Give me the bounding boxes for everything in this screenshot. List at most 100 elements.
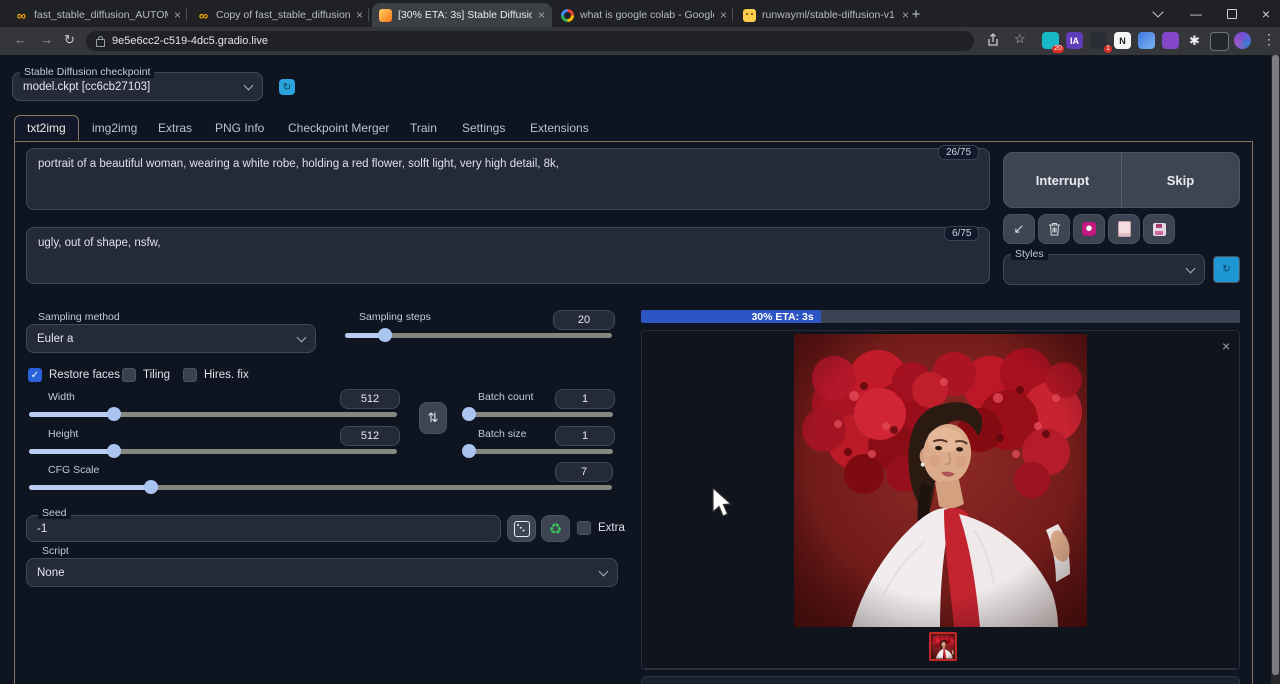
restore-faces-checkbox-row[interactable]: Restore faces bbox=[28, 368, 120, 382]
extension-icon-5[interactable] bbox=[1138, 32, 1155, 49]
tab-search-icon[interactable] bbox=[1140, 0, 1176, 27]
save-style-button[interactable] bbox=[1143, 214, 1175, 244]
tab-txt2img[interactable]: txt2img bbox=[14, 115, 79, 141]
tab-close-icon[interactable]: × bbox=[720, 8, 727, 22]
hires-fix-checkbox[interactable] bbox=[183, 368, 197, 382]
negative-token-counter: 6/75 bbox=[944, 226, 979, 241]
tab-title: Copy of fast_stable_diffusion bbox=[216, 9, 350, 21]
hires-fix-checkbox-row[interactable]: Hires. fix bbox=[183, 368, 249, 382]
window-close-button[interactable]: × bbox=[1248, 0, 1280, 27]
tab-extensions[interactable]: Extensions bbox=[518, 115, 601, 141]
extension-icon-1[interactable]: 20 bbox=[1042, 32, 1059, 49]
window-minimize-button[interactable]: — bbox=[1178, 0, 1214, 27]
tab-png-info[interactable]: PNG Info bbox=[203, 115, 276, 141]
tab-img2img[interactable]: img2img bbox=[80, 115, 149, 141]
apply-styles-button[interactable] bbox=[1108, 214, 1140, 244]
tab-checkpoint-merger[interactable]: Checkpoint Merger bbox=[276, 115, 401, 141]
palette-icon bbox=[1082, 222, 1096, 236]
bookmark-star-icon[interactable]: ☆ bbox=[1014, 31, 1026, 47]
forward-icon[interactable]: → bbox=[40, 32, 53, 47]
browser-tab-colab-1[interactable]: ∞ fast_stable_diffusion_AUTOMA × bbox=[8, 3, 188, 27]
tab-label: PNG Info bbox=[215, 121, 264, 135]
profile-avatar[interactable] bbox=[1234, 32, 1251, 49]
script-dropdown[interactable]: None bbox=[26, 558, 618, 587]
negative-prompt-input[interactable]: ugly, out of shape, nsfw, bbox=[26, 227, 990, 284]
styles-label: Styles bbox=[1011, 248, 1048, 260]
art-palette-button[interactable] bbox=[1073, 214, 1105, 244]
reload-icon[interactable]: ↻ bbox=[64, 32, 75, 48]
skip-button[interactable]: Skip bbox=[1121, 153, 1239, 207]
share-icon[interactable] bbox=[986, 33, 1000, 47]
extension-icon-8[interactable] bbox=[1210, 32, 1229, 51]
tab-separator bbox=[368, 8, 369, 21]
batch-size-number[interactable]: 1 bbox=[555, 426, 615, 446]
sampling-steps-number[interactable]: 20 bbox=[553, 310, 615, 330]
gallery-thumbnail[interactable] bbox=[929, 632, 957, 661]
width-number[interactable]: 512 bbox=[340, 389, 400, 409]
height-number[interactable]: 512 bbox=[340, 426, 400, 446]
height-slider[interactable] bbox=[29, 449, 397, 454]
browser-menu-icon[interactable]: ⋮ bbox=[1262, 31, 1276, 48]
sampling-steps-slider[interactable] bbox=[345, 333, 612, 338]
browser-tab-stable-diffusion[interactable]: [30% ETA: 3s] Stable Diffusion × bbox=[372, 3, 552, 27]
interrupt-button[interactable]: Interrupt bbox=[1004, 153, 1121, 207]
generate-control-group: Interrupt Skip bbox=[1003, 152, 1240, 208]
tab-close-icon[interactable]: × bbox=[356, 8, 363, 22]
cfg-scale-label: CFG Scale bbox=[48, 464, 99, 476]
tab-close-icon[interactable]: × bbox=[538, 8, 545, 22]
tab-close-icon[interactable]: × bbox=[174, 8, 181, 22]
trash-icon bbox=[1048, 222, 1061, 236]
sampling-method-dropdown[interactable]: Euler a bbox=[26, 324, 316, 353]
tab-settings[interactable]: Settings bbox=[450, 115, 517, 141]
seed-input[interactable]: -1 bbox=[26, 515, 501, 542]
extensions-puzzle-icon[interactable]: ✱ bbox=[1186, 32, 1203, 49]
prompt-input[interactable]: portrait of a beautiful woman, wearing a… bbox=[26, 148, 990, 210]
tiling-label: Tiling bbox=[143, 369, 170, 381]
tiling-checkbox[interactable] bbox=[122, 368, 136, 382]
browser-tab-huggingface[interactable]: runwayml/stable-diffusion-v1 × bbox=[736, 3, 916, 27]
tab-extras[interactable]: Extras bbox=[146, 115, 204, 141]
height-label: Height bbox=[48, 428, 78, 440]
styles-refresh-button[interactable]: ↻ bbox=[1213, 256, 1240, 283]
tab-train[interactable]: Train bbox=[398, 115, 449, 141]
extension-icon-6[interactable] bbox=[1162, 32, 1179, 49]
tab-label: Extensions bbox=[530, 121, 589, 135]
checkpoint-value: model.ckpt [cc6cb27103] bbox=[23, 81, 150, 93]
tab-title: runwayml/stable-diffusion-v1 bbox=[762, 9, 896, 21]
checkpoint-refresh-button[interactable]: ↻ bbox=[279, 79, 295, 95]
generated-image[interactable] bbox=[794, 334, 1087, 627]
address-bar[interactable]: 9e5e6cc2-c519-4dc5.gradio.live bbox=[86, 31, 974, 51]
new-tab-button[interactable]: + bbox=[905, 4, 927, 24]
paste-params-button[interactable]: ↙ bbox=[1003, 214, 1035, 244]
width-slider[interactable] bbox=[29, 412, 397, 417]
batch-size-slider[interactable] bbox=[468, 449, 613, 454]
tiling-checkbox-row[interactable]: Tiling bbox=[122, 368, 170, 382]
batch-count-number[interactable]: 1 bbox=[555, 389, 615, 409]
extension-icon-notion[interactable]: N bbox=[1114, 32, 1131, 49]
chevron-down-icon bbox=[599, 566, 609, 576]
extra-seed-checkbox[interactable] bbox=[577, 521, 591, 535]
chevron-down-icon bbox=[297, 332, 307, 342]
browser-tab-google-search[interactable]: what is google colab - Google × bbox=[554, 3, 734, 27]
close-preview-icon[interactable]: × bbox=[1222, 338, 1230, 354]
random-seed-button[interactable] bbox=[507, 515, 536, 542]
batch-count-slider[interactable] bbox=[468, 412, 613, 417]
batch-count-label: Batch count bbox=[478, 391, 533, 403]
scrollbar-thumb[interactable] bbox=[1272, 55, 1279, 675]
clear-prompt-button[interactable] bbox=[1038, 214, 1070, 244]
floppy-disk-icon bbox=[1153, 223, 1166, 236]
url-text[interactable]: 9e5e6cc2-c519-4dc5.gradio.live bbox=[112, 35, 268, 47]
back-icon[interactable]: ← bbox=[14, 32, 27, 47]
cfg-scale-number[interactable]: 7 bbox=[555, 462, 613, 482]
reuse-seed-button[interactable]: ♻ bbox=[541, 515, 570, 542]
window-restore-button[interactable] bbox=[1214, 0, 1250, 27]
tab-label: txt2img bbox=[27, 121, 66, 135]
cfg-scale-slider[interactable] bbox=[29, 485, 612, 490]
browser-tab-colab-2[interactable]: ∞ Copy of fast_stable_diffusion × bbox=[190, 3, 370, 27]
extra-seed-row[interactable]: Extra bbox=[577, 521, 625, 535]
restore-faces-checkbox[interactable] bbox=[28, 368, 42, 382]
extension-icon-3[interactable]: 1 bbox=[1090, 32, 1107, 49]
extension-icon-ia[interactable]: IA bbox=[1066, 32, 1083, 49]
google-favicon-icon bbox=[561, 9, 574, 22]
swap-dimensions-button[interactable]: ⇅ bbox=[419, 402, 447, 434]
